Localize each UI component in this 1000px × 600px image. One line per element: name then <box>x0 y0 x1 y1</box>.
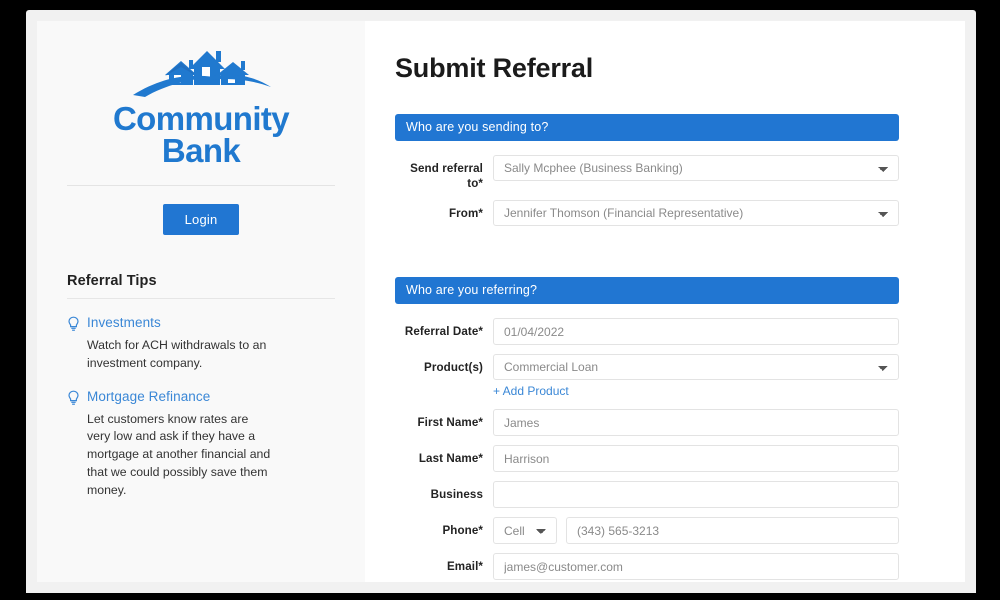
field-label: Send referral to* <box>410 162 483 191</box>
field-email: Email* <box>395 553 899 581</box>
referral-tips-heading: Referral Tips <box>67 273 157 289</box>
from-select[interactable]: Jennifer Thomson (Financial Representati… <box>493 200 899 227</box>
referral-tip-investments: Investments Watch for ACH withdrawals to… <box>67 315 335 373</box>
field-first-name: First Name* <box>395 409 899 437</box>
phone-group: Cell <box>493 517 899 545</box>
field-label: First Name* <box>417 416 483 430</box>
phone-number-input[interactable] <box>566 517 899 545</box>
field-label: Phone* <box>442 524 483 538</box>
sidebar: Community Bank Login Referral Tips Inves… <box>37 21 365 582</box>
login-row: Login <box>67 186 335 235</box>
tip-body: Watch for ACH withdrawals to an investme… <box>87 338 267 370</box>
section-header-referring: Who are you referring? <box>395 277 899 305</box>
lightbulb-icon <box>68 390 79 405</box>
field-phone: Phone* Cell <box>395 517 899 545</box>
field-label: Referral Date* <box>404 325 483 339</box>
referral-tip-mortgage-refinance: Mortgage Refinance Let customers know ra… <box>67 389 335 500</box>
field-from: From* Jennifer Thomson (Financial Repres… <box>395 200 899 227</box>
phone-type-select[interactable]: Cell <box>493 517 557 545</box>
tip-header: Investments <box>67 315 335 333</box>
field-business: Business <box>395 481 899 509</box>
field-products: Product(s) Commercial Loan + Add Product <box>395 354 899 400</box>
add-product-link[interactable]: + Add Product <box>493 384 569 398</box>
brand-line-1: Community <box>112 100 290 137</box>
field-label: From* <box>449 207 483 221</box>
field-label: Product(s) <box>424 361 483 375</box>
business-input[interactable] <box>493 481 899 509</box>
tip-title[interactable]: Mortgage Refinance <box>87 389 210 404</box>
field-last-name: Last Name* <box>395 445 899 473</box>
last-name-input[interactable] <box>493 445 899 473</box>
referral-date-input[interactable] <box>493 318 899 346</box>
tip-body: Let customers know rates are very low an… <box>87 411 271 497</box>
sidebar-divider-tips <box>67 298 335 299</box>
login-button[interactable]: Login <box>162 204 240 235</box>
referral-form: Submit Referral Who are you sending to? … <box>365 21 965 582</box>
brand-line-2: Bank <box>161 132 241 169</box>
email-input[interactable] <box>493 553 899 581</box>
tip-header: Mortgage Refinance <box>67 389 335 407</box>
field-label: Email* <box>446 560 483 574</box>
field-send-referral-to: Send referral to* Sally Mcphee (Business… <box>395 155 899 191</box>
field-label: Last Name* <box>418 452 483 466</box>
page-title: Submit Referral <box>395 53 594 83</box>
field-label: Business <box>430 488 483 502</box>
two-houses-logo-icon <box>133 51 271 97</box>
browser-window: Community Bank Login Referral Tips Inves… <box>26 10 976 593</box>
first-name-input[interactable] <box>493 409 899 437</box>
lightbulb-icon <box>68 316 79 331</box>
brand-logo: Community Bank <box>67 39 335 167</box>
field-referral-date: Referral Date* <box>395 318 899 346</box>
tip-title[interactable]: Investments <box>87 315 161 330</box>
products-select[interactable]: Commercial Loan <box>493 354 899 381</box>
section-header-sending-to: Who are you sending to? <box>395 114 899 141</box>
page-viewport: Community Bank Login Referral Tips Inves… <box>37 21 965 582</box>
send-referral-to-select[interactable]: Sally Mcphee (Business Banking) <box>493 155 899 181</box>
brand-wordmark: Community Bank <box>112 100 290 169</box>
